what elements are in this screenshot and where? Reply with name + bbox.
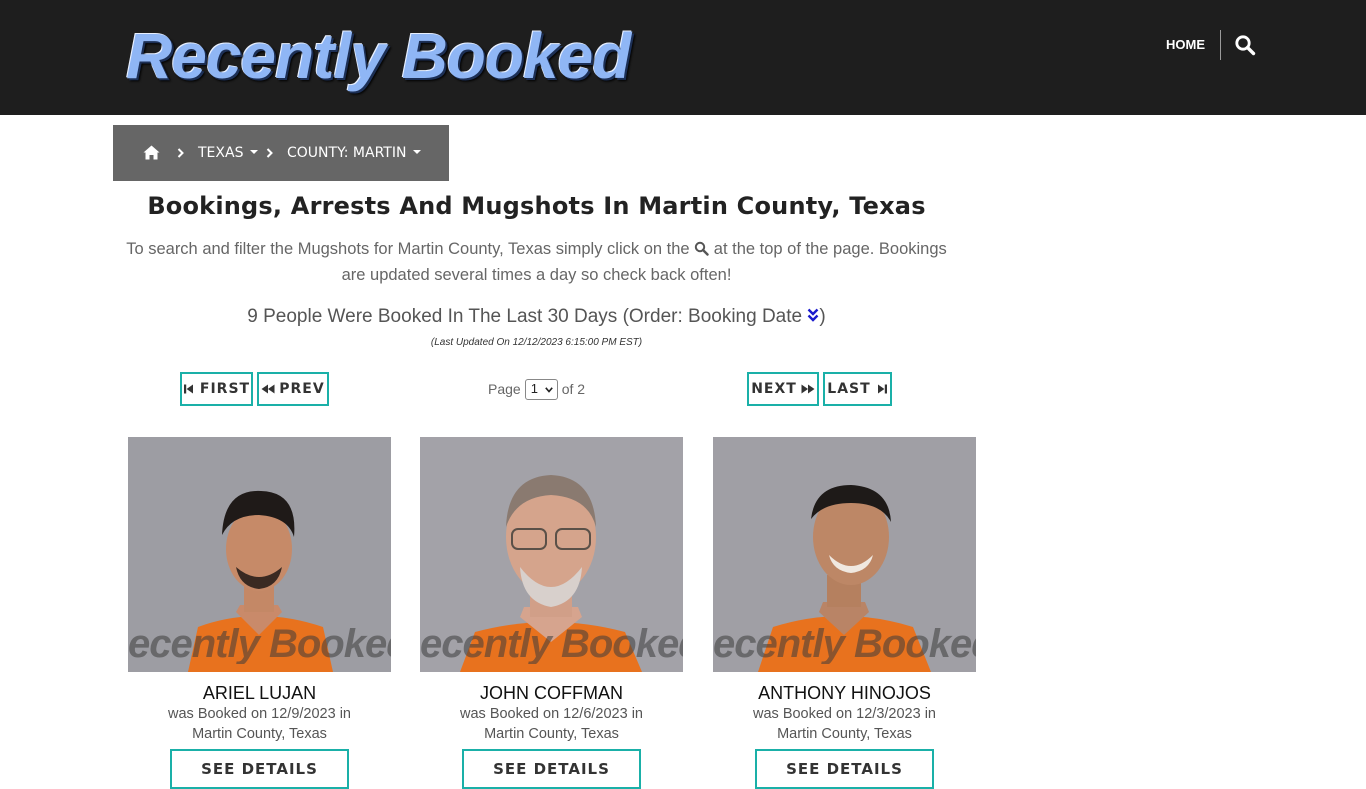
- booking-date-text: was Booked on 12/3/2023 in: [753, 706, 936, 722]
- nav-home-link[interactable]: HOME: [1166, 36, 1205, 54]
- fast-forward-icon: [801, 384, 815, 394]
- mugshot-photo[interactable]: ecently Booked.co: [420, 437, 683, 672]
- breadcrumb-state-dropdown[interactable]: TEXAS: [198, 144, 259, 162]
- booked-count-close: ): [819, 306, 826, 327]
- site-header: Recently Booked HOME: [0, 0, 1366, 115]
- page-label: Page: [488, 381, 521, 397]
- watermark-text: ecently Booked.co: [420, 624, 683, 664]
- breadcrumb: TEXAS COUNTY: MARTIN: [113, 125, 449, 181]
- breadcrumb-county-dropdown[interactable]: COUNTY: MARTIN: [287, 144, 422, 162]
- first-page-label: FIRST: [199, 381, 251, 397]
- page-total-label: of 2: [561, 381, 586, 397]
- breadcrumb-state-label: TEXAS: [198, 145, 244, 161]
- nav-divider: [1220, 30, 1221, 60]
- person-name[interactable]: JOHN COFFMAN: [420, 682, 683, 704]
- person-name[interactable]: ARIEL LUJAN: [128, 682, 391, 704]
- booking-location-text: Martin County, Texas: [777, 726, 912, 742]
- home-icon[interactable]: [143, 145, 160, 160]
- mugshot-photo[interactable]: ecently Booked.co: [713, 437, 976, 672]
- booking-location-text: Martin County, Texas: [192, 726, 327, 742]
- chevron-down-icon: [544, 386, 553, 393]
- sort-order-icon[interactable]: [807, 305, 819, 322]
- page-title: Bookings, Arrests And Mugshots In Martin…: [147, 192, 926, 220]
- see-details-button[interactable]: SEE DETAILS: [462, 749, 641, 789]
- breadcrumb-county-label: COUNTY: MARTIN: [287, 145, 407, 161]
- first-page-icon: [183, 384, 193, 394]
- booking-card[interactable]: ecently Booked.co JOHN COFFMAN was Booke…: [420, 437, 683, 789]
- prev-page-label: PREV: [279, 381, 325, 397]
- site-logo[interactable]: Recently Booked: [126, 18, 631, 94]
- page-select-value: 1: [530, 381, 538, 396]
- booking-date-text: was Booked on 12/9/2023 in: [168, 706, 351, 722]
- watermark-text: ecently Booked.co: [713, 624, 976, 664]
- see-details-button[interactable]: SEE DETAILS: [755, 749, 934, 789]
- last-page-label: LAST: [827, 381, 871, 397]
- chevron-right-icon: [266, 145, 274, 159]
- last-updated: (Last Updated On 12/12/2023 6:15:00 PM E…: [430, 337, 643, 348]
- next-page-label: NEXT: [751, 381, 797, 397]
- caret-down-icon: [250, 150, 259, 154]
- next-page-button[interactable]: NEXT: [747, 372, 819, 406]
- caret-down-icon: [413, 150, 422, 154]
- chevron-right-icon: [177, 145, 185, 159]
- booking-card[interactable]: ecently Booked.co ARIEL LUJAN was Booked…: [128, 437, 391, 789]
- booking-location-text: Martin County, Texas: [484, 726, 619, 742]
- booking-date-text: was Booked on 12/6/2023 in: [460, 706, 643, 722]
- person-name[interactable]: ANTHONY HINOJOS: [713, 682, 976, 704]
- last-page-button[interactable]: LAST: [823, 372, 892, 406]
- intro-text-before: To search and filter the Mugshots for Ma…: [126, 240, 690, 258]
- booked-count: 9 People Were Booked In The Last 30 Days…: [113, 304, 960, 330]
- page-select[interactable]: 1: [524, 378, 558, 400]
- page-selector: Page 1 of 2: [488, 378, 585, 400]
- search-icon[interactable]: [1234, 34, 1256, 56]
- mugshot-photo[interactable]: ecently Booked.co: [128, 437, 391, 672]
- booked-count-text: 9 People Were Booked In The Last 30 Days…: [247, 306, 803, 327]
- see-details-button[interactable]: SEE DETAILS: [170, 749, 349, 789]
- intro-text: To search and filter the Mugshots for Ma…: [113, 236, 960, 288]
- last-page-icon: [877, 384, 887, 394]
- search-icon: [694, 238, 709, 256]
- rewind-icon: [261, 384, 275, 394]
- watermark-text: ecently Booked.co: [128, 624, 391, 664]
- booking-card[interactable]: ecently Booked.co ANTHONY HINOJOS was Bo…: [713, 437, 976, 789]
- first-page-button[interactable]: FIRST: [180, 372, 253, 406]
- prev-page-button[interactable]: PREV: [257, 372, 329, 406]
